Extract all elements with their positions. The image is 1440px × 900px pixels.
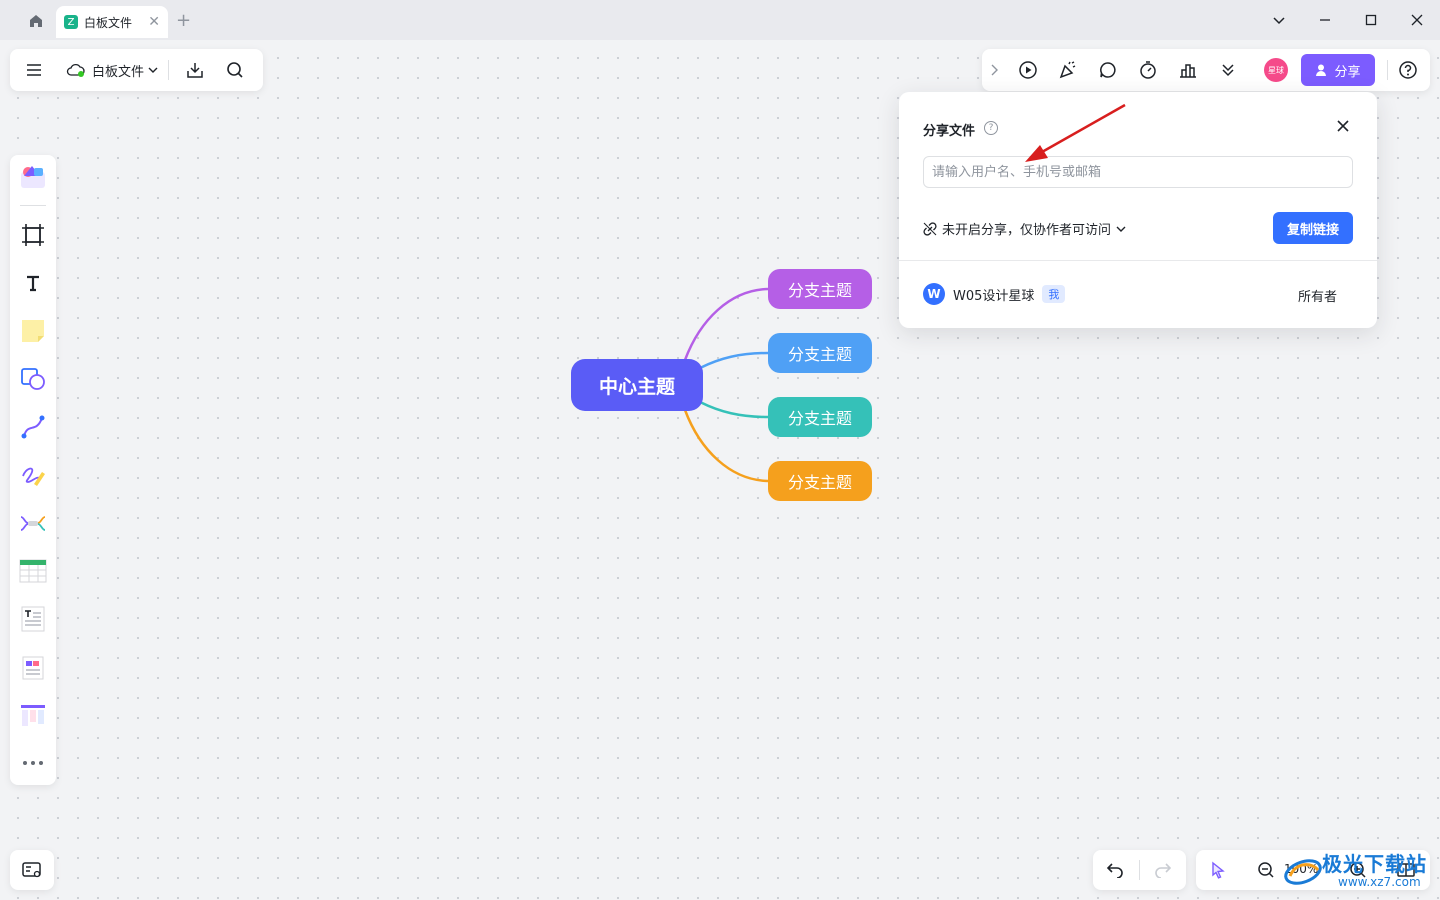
file-name[interactable]: 白板文件 <box>92 61 144 80</box>
undo-icon[interactable] <box>1101 856 1129 884</box>
central-topic[interactable]: 中心主题 <box>571 359 703 411</box>
avatar: W <box>923 283 945 305</box>
copy-link-button[interactable]: 复制链接 <box>1273 212 1353 244</box>
text-icon[interactable] <box>17 267 49 299</box>
user-avatar[interactable]: 星球 <box>1264 58 1288 82</box>
divider <box>168 60 170 80</box>
share-permission-text: 未开启分享，仅协作者可访问 <box>942 223 1112 238</box>
close-icon[interactable] <box>1333 116 1353 136</box>
share-button-label: 分享 <box>1334 64 1361 80</box>
frame-icon[interactable] <box>17 219 49 251</box>
celebrate-icon[interactable] <box>1054 56 1082 84</box>
more-tools-icon[interactable] <box>17 747 49 779</box>
file-menu-chevron-icon[interactable] <box>148 64 158 77</box>
zoom-out-icon[interactable] <box>1252 856 1280 884</box>
me-badge: 我 <box>1042 285 1066 303</box>
shape-icon[interactable] <box>17 363 49 395</box>
menu-icon[interactable] <box>20 56 48 84</box>
branch-topic-1[interactable]: 分支主题 <box>768 269 872 309</box>
download-icon[interactable] <box>181 56 209 84</box>
watermark-swirl-icon <box>1284 859 1322 885</box>
minimap-toggle-icon[interactable] <box>10 850 54 890</box>
divider <box>20 205 46 206</box>
watermark-url: www.xz7.com <box>1338 875 1421 889</box>
divider <box>899 260 1377 261</box>
branch-topic-3[interactable]: 分支主题 <box>768 397 872 437</box>
link-off-icon <box>923 221 937 236</box>
select-cursor-icon[interactable] <box>1204 856 1232 884</box>
template-library-icon[interactable] <box>17 161 49 193</box>
kanban-icon[interactable] <box>17 699 49 731</box>
divider <box>1387 60 1388 80</box>
tool-palette <box>10 155 56 785</box>
connector-line-icon[interactable] <box>17 411 49 443</box>
watermark-text: 极光下载站 <box>1322 852 1427 876</box>
branch-topic-2[interactable]: 分支主题 <box>768 333 872 373</box>
more-double-chevron-icon[interactable] <box>1214 56 1242 84</box>
present-play-icon[interactable] <box>1014 56 1042 84</box>
search-icon[interactable] <box>221 56 249 84</box>
comment-icon[interactable] <box>1094 56 1122 84</box>
history-controls <box>1093 850 1186 890</box>
collaborator-role: 所有者 <box>1298 290 1338 305</box>
redo-icon[interactable] <box>1149 856 1177 884</box>
mindmap-icon[interactable] <box>17 507 49 539</box>
share-permission-dropdown[interactable]: 未开启分享，仅协作者可访问 <box>923 219 1126 238</box>
divider <box>1139 860 1140 880</box>
chevron-down-icon <box>1116 226 1126 232</box>
vote-podium-icon[interactable] <box>1174 56 1202 84</box>
help-circle-icon[interactable]: ? <box>984 121 998 135</box>
invite-user-input[interactable] <box>923 156 1353 188</box>
file-toolbar: 白板文件 <box>10 49 263 91</box>
chevron-right-icon[interactable] <box>982 56 1006 84</box>
document-text-icon[interactable] <box>17 603 49 635</box>
collaborator-name: W05设计星球 <box>953 288 1035 304</box>
collaboration-toolbar: 星球 分享 <box>982 49 1430 91</box>
table-icon[interactable] <box>17 555 49 587</box>
help-icon[interactable] <box>1394 56 1422 84</box>
add-user-icon <box>1316 64 1327 76</box>
card-icon[interactable] <box>17 651 49 683</box>
branch-topic-4[interactable]: 分支主题 <box>768 461 872 501</box>
collaborator-row: W W05设计星球 我 <box>923 283 1066 305</box>
popover-title: 分享文件 <box>923 124 976 139</box>
share-file-popover: 分享文件 ? 未开启分享，仅协作者可访问 复制链接 W W05设计星球 我 所有… <box>899 92 1377 328</box>
pen-draw-icon[interactable] <box>17 459 49 491</box>
sticky-note-icon[interactable] <box>17 315 49 347</box>
cloud-sync-icon <box>66 63 86 77</box>
share-button[interactable]: 分享 <box>1301 54 1375 86</box>
watermark-logo: 极光下载站 www.xz7.com <box>1282 848 1432 896</box>
timer-icon[interactable] <box>1134 56 1162 84</box>
